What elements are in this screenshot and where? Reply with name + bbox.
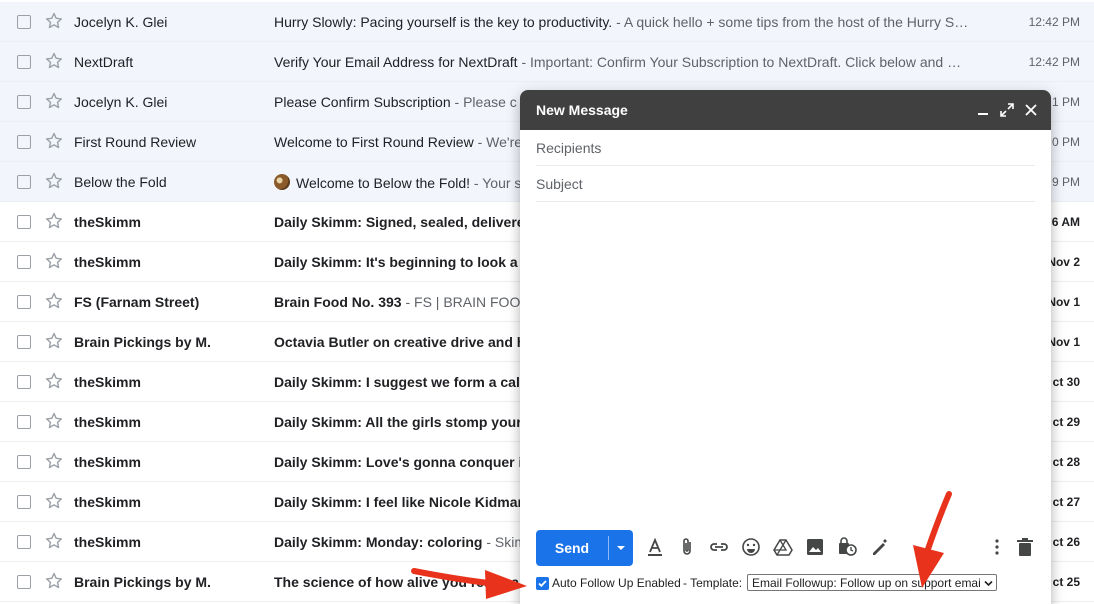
arrow-to-checkbox-icon	[411, 568, 527, 599]
arrow-to-template-icon	[913, 491, 952, 588]
annotation-arrows	[411, 491, 952, 599]
